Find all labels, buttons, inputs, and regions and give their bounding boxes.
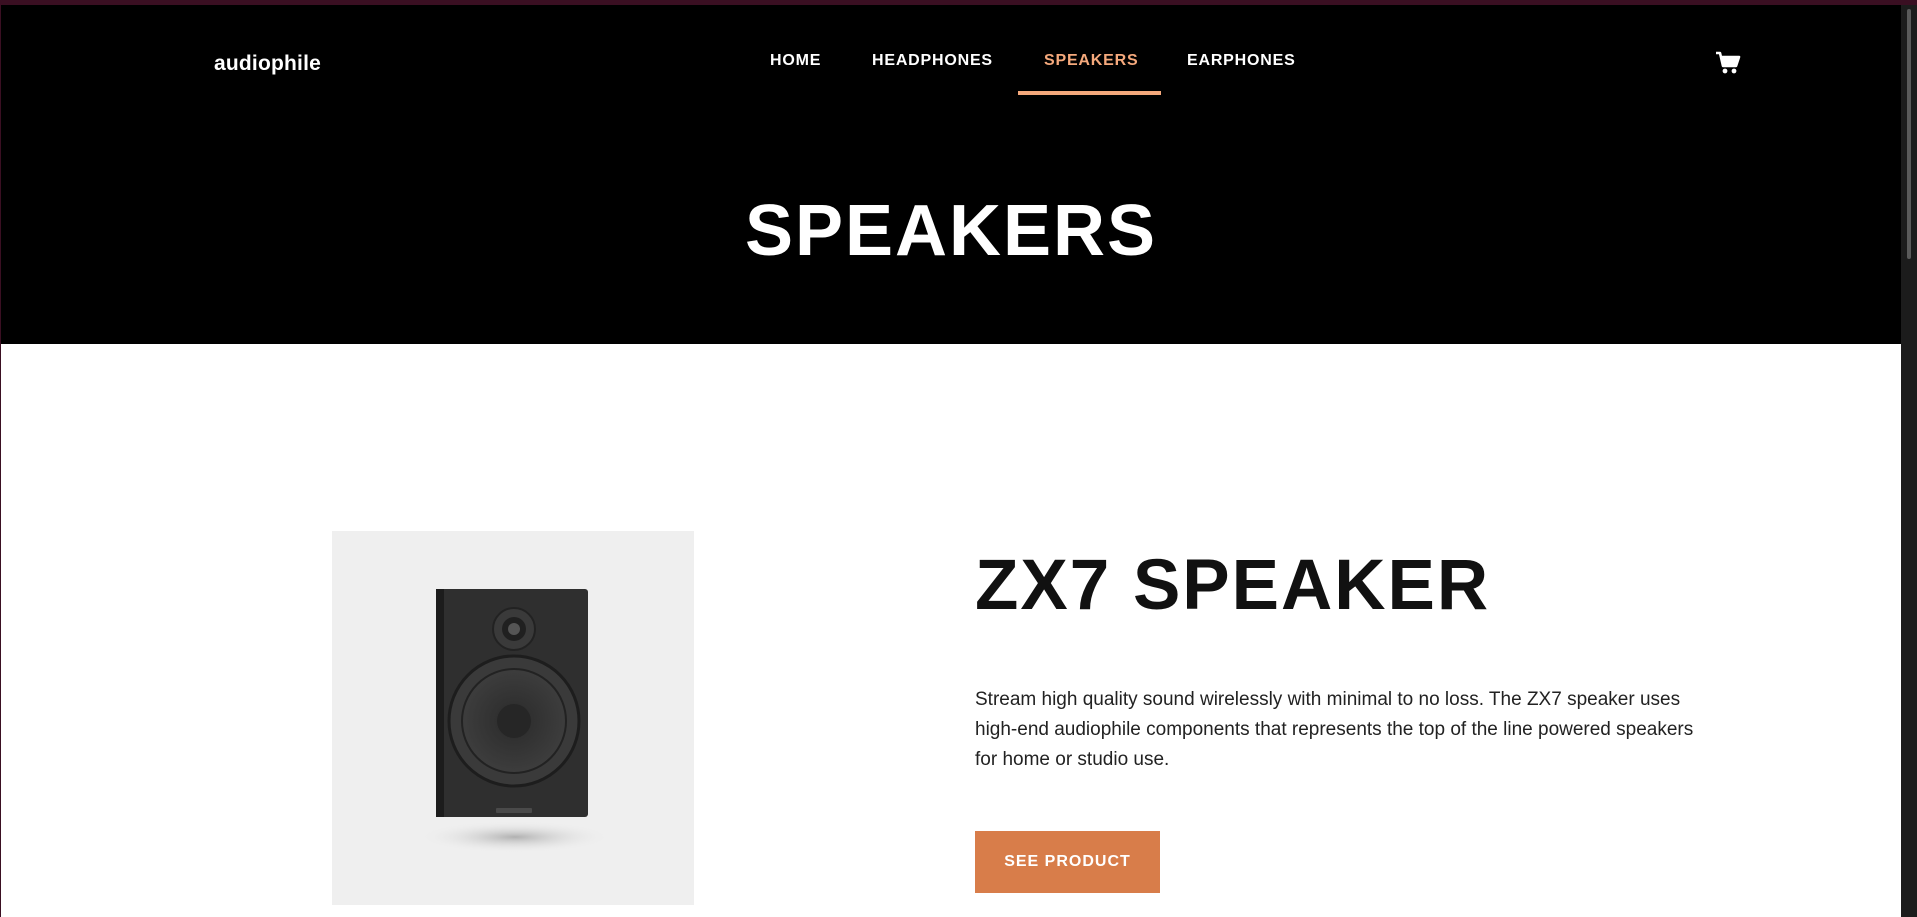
shopping-cart-icon[interactable] xyxy=(1714,49,1742,77)
product-description: Stream high quality sound wirelessly wit… xyxy=(975,689,1694,770)
hero-header: audiophile HOME HEADPHONES SPEAKERS EARP… xyxy=(1,5,1901,344)
vertical-scrollbar[interactable] xyxy=(1901,5,1917,917)
scrollbar-thumb[interactable] xyxy=(1907,9,1911,259)
page-title: SPEAKERS xyxy=(744,191,1158,271)
nav-item-home[interactable]: HOME xyxy=(770,52,821,70)
product-title: ZX7 SPEAKER xyxy=(975,546,1491,625)
nav-item-earphones[interactable]: EARPHONES xyxy=(1187,52,1296,70)
brand-logo[interactable]: audiophile xyxy=(214,52,321,76)
browser-viewport: audiophile HOME HEADPHONES SPEAKERS EARP… xyxy=(1,5,1901,917)
active-nav-underline xyxy=(1018,91,1161,95)
product-image xyxy=(332,531,694,905)
see-product-button[interactable]: SEE PRODUCT xyxy=(975,831,1160,893)
nav-item-headphones[interactable]: HEADPHONES xyxy=(872,52,993,70)
nav-item-speakers[interactable]: SPEAKERS xyxy=(1044,52,1138,70)
